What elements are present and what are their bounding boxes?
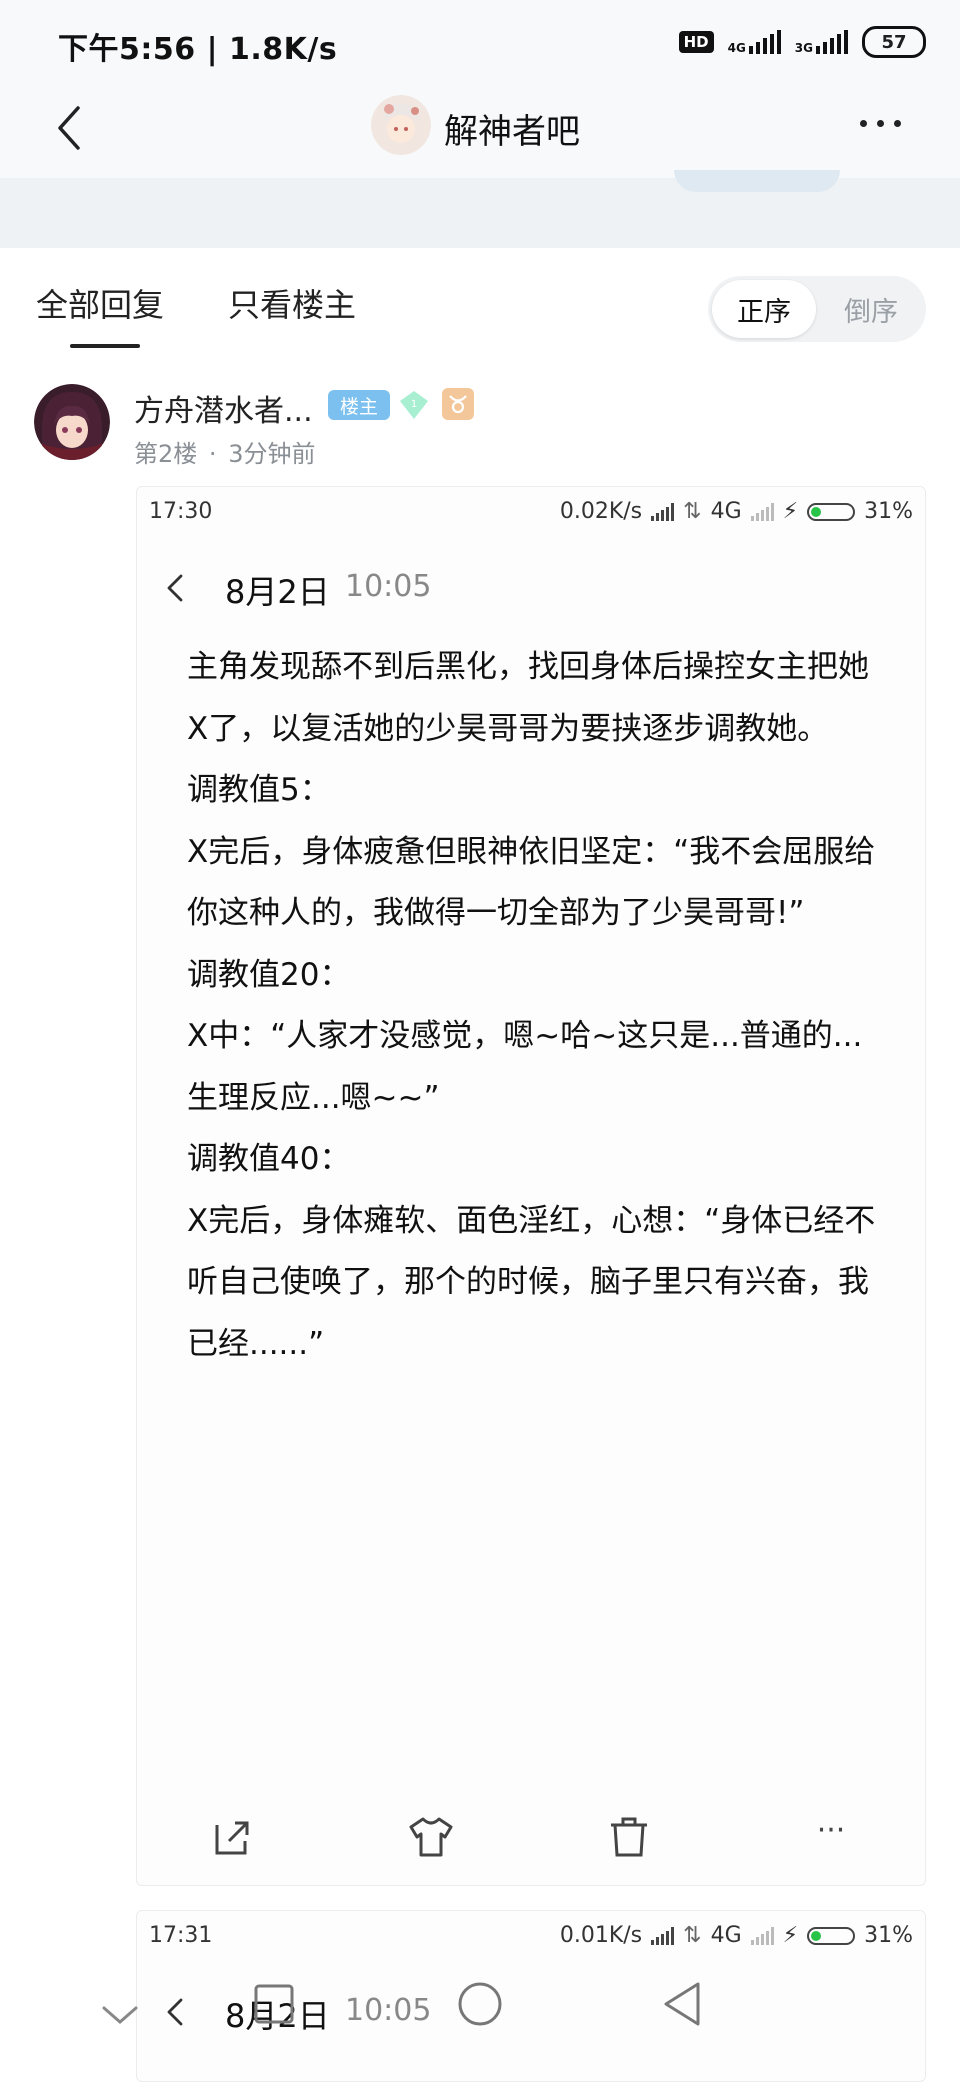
charging-icon: ⚡ <box>782 1923 799 1948</box>
sort-asc-button[interactable]: 正序 <box>712 280 816 338</box>
note-line: X中：“人家才没感觉，嗯~哈~这只是...普通的...生理反应...嗯~~” <box>187 1018 863 1116</box>
triangle-back-icon <box>664 1982 700 2026</box>
image-speed: 0.01K/s <box>559 1923 643 1948</box>
note-line: 调教值5： <box>187 772 331 808</box>
tab-op-only[interactable]: 只看楼主 <box>228 280 356 326</box>
more-dot <box>894 119 901 127</box>
post-image-1[interactable]: 17:30 0.02K/s ⇅ 4G ⚡ 31% 8月2日 10:05 主角发现… <box>136 486 926 1886</box>
more-options-button[interactable] <box>860 108 916 138</box>
signal-dim-icon <box>750 502 774 521</box>
battery-icon <box>807 502 856 521</box>
charging-icon: ⚡ <box>782 499 799 524</box>
net-4g-label: 4G <box>727 41 746 55</box>
circle-icon <box>458 1982 502 2026</box>
username[interactable]: 方舟潜水者... <box>134 386 313 430</box>
more-icon[interactable]: ··· <box>805 1811 857 1863</box>
image-battery: 31% <box>864 1923 913 1948</box>
chevron-left-icon <box>58 106 80 150</box>
data-arrows-icon: ⇅ <box>683 499 702 524</box>
more-dot <box>860 119 867 127</box>
signal-3g-icon: 3G <box>795 30 848 54</box>
sort-desc-button[interactable]: 倒序 <box>820 280 922 338</box>
image-status-bar: 17:31 0.01K/s ⇅ 4G ⚡ 31% <box>137 1911 925 1967</box>
status-icons: HD 4G 3G 57 <box>678 24 926 60</box>
image-status-bar: 17:30 0.02K/s ⇅ 4G ⚡ 31% <box>137 487 925 543</box>
floor-info: 第2楼 · 3分钟前 <box>134 434 315 469</box>
net-3g-label: 3G <box>794 41 813 55</box>
image-status-icons: 0.02K/s ⇅ 4G ⚡ 31% <box>560 499 913 524</box>
avatar[interactable] <box>34 384 110 460</box>
system-navigation-bar <box>0 1960 960 2080</box>
image-battery: 31% <box>864 499 913 524</box>
note-line: 主角发现舔不到后黑化，找回身体后操控女主把她X了，以复活她的少昊哥哥为要挟逐步调… <box>187 649 869 747</box>
signal-icon <box>651 1926 675 1945</box>
forum-title[interactable]: 解神者吧 <box>444 104 580 153</box>
battery-icon: 57 <box>862 26 926 58</box>
image-net: 4G <box>710 1923 742 1948</box>
signal-icon <box>651 502 675 521</box>
back-button[interactable] <box>50 100 90 156</box>
level-diamond-icon: 1 <box>398 389 430 421</box>
separator: · <box>208 440 217 468</box>
square-icon <box>254 1984 294 2024</box>
post-time: 3分钟前 <box>228 440 316 468</box>
image-action-bar: ··· <box>137 1797 925 1877</box>
status-time: 下午5:56 | 1.8K/s <box>58 32 338 67</box>
data-arrows-icon: ⇅ <box>683 1923 702 1948</box>
image-status-icons: 0.01K/s ⇅ 4G ⚡ 31% <box>560 1923 913 1948</box>
image-net: 4G <box>710 499 742 524</box>
image-speed: 0.02K/s <box>559 499 643 524</box>
level-number: 1 <box>411 399 417 410</box>
chevron-down-icon <box>102 2006 138 2024</box>
floor-number: 第2楼 <box>134 440 198 468</box>
image-time: 17:31 <box>149 1923 213 1948</box>
image-clock: 10:05 <box>345 569 432 604</box>
signal-4g-icon: 4G <box>728 30 781 54</box>
trash-icon <box>611 1817 647 1857</box>
tab-all-replies[interactable]: 全部回复 <box>36 280 164 326</box>
share-icon <box>215 1821 249 1855</box>
hd-icon: HD <box>678 31 714 53</box>
more-dot <box>877 119 884 127</box>
header-pill-shadow <box>674 170 840 192</box>
note-line: 调教值20： <box>187 956 351 993</box>
note-line: X完后，身体瘫软、面色淫红，心想：“身体已经不听自己使唤了，那个的时候，脑子里只… <box>187 1202 876 1362</box>
battery-icon <box>807 1926 856 1945</box>
tab-active-indicator <box>70 344 140 348</box>
forum-avatar[interactable] <box>371 95 431 155</box>
signal-dim-icon <box>750 1926 774 1945</box>
tshirt-icon <box>409 1817 453 1857</box>
image-time: 17:30 <box>149 499 213 524</box>
image-nav: 8月2日 10:05 <box>137 543 925 631</box>
image-date: 8月2日 <box>225 573 330 611</box>
op-badge: 楼主 <box>328 390 390 420</box>
chevron-left-icon <box>167 574 183 602</box>
image-note-text: 主角发现舔不到后黑化，找回身体后操控女主把她X了，以复活她的少昊哥哥为要挟逐步调… <box>187 637 887 1375</box>
note-line: X完后，身体疲惫但眼神依旧坚定：“我不会屈服给你这种人的，我做得一切全部为了少昊… <box>187 833 876 932</box>
note-line: 调教值40： <box>187 1141 351 1177</box>
zodiac-taurus-icon <box>442 388 474 420</box>
